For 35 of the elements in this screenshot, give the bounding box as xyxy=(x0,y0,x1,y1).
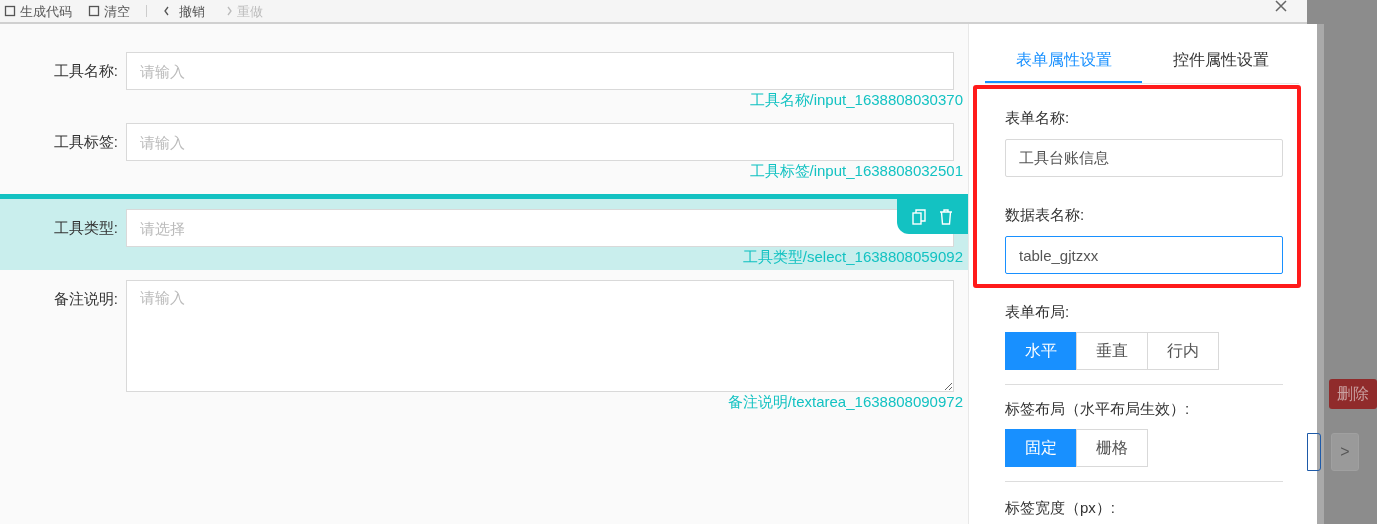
document-icon xyxy=(4,5,16,17)
radio-button[interactable]: 栅格 xyxy=(1076,429,1148,467)
panel-tab[interactable]: 控件属性设置 xyxy=(1142,39,1299,83)
toolbar-button[interactable]: 撤销 xyxy=(163,4,205,18)
field-caption: 工具类型/select_1638808059092 xyxy=(742,248,964,266)
input-field[interactable]: 请输入 xyxy=(126,123,954,161)
field-caption: 备注说明/textarea_1638808090972 xyxy=(727,393,964,411)
field-label: 工具标签: xyxy=(52,132,119,152)
radio-button[interactable]: 行内 xyxy=(1147,332,1219,370)
setting-label: 表单布局: xyxy=(1005,302,1071,322)
toolbar-button[interactable]: 清空 xyxy=(88,4,130,18)
text-field[interactable]: table_gjtzxx xyxy=(1005,236,1283,274)
setting-label: 数据表名称: xyxy=(1005,205,1086,225)
field-caption: 工具名称/input_1638808030370 xyxy=(749,91,964,109)
setting-label: 标签宽度（px）: xyxy=(1005,499,1115,516)
field-caption: 工具标签/input_1638808032501 xyxy=(749,162,964,180)
radio-button[interactable]: 垂直 xyxy=(1076,332,1148,370)
form-item[interactable]: 备注说明: 请输入 备注说明/textarea_1638808090972 xyxy=(0,280,968,415)
text-field[interactable]: 工具台账信息 xyxy=(1005,139,1283,177)
field-label: 备注说明: xyxy=(52,289,119,309)
close-icon xyxy=(1275,0,1287,12)
input-field[interactable]: 请输入 xyxy=(126,52,954,90)
form-item[interactable]: 工具标签: 请输入 工具标签/input_1638808032501 xyxy=(0,123,968,184)
textarea-field[interactable]: 请输入 xyxy=(126,280,954,392)
form-item[interactable]: 工具类型: 请选择 工具类型/select_1638808059092 xyxy=(0,194,968,270)
form-item[interactable]: 工具名称: 请输入 工具名称/input_1638808030370 xyxy=(0,52,968,113)
setting-label: 标签布局（水平布局生效）: xyxy=(1005,399,1191,419)
toolbar-button[interactable]: 生成代码 xyxy=(4,4,72,18)
page-button[interactable] xyxy=(1307,433,1321,471)
delete-button[interactable]: 删除 xyxy=(1329,379,1377,409)
document-icon xyxy=(88,5,100,17)
field-label: 工具类型: xyxy=(52,218,119,238)
close-button[interactable] xyxy=(1275,0,1287,12)
setting-label: 表单名称: xyxy=(1005,108,1071,128)
field-label: 工具名称: xyxy=(52,61,119,81)
